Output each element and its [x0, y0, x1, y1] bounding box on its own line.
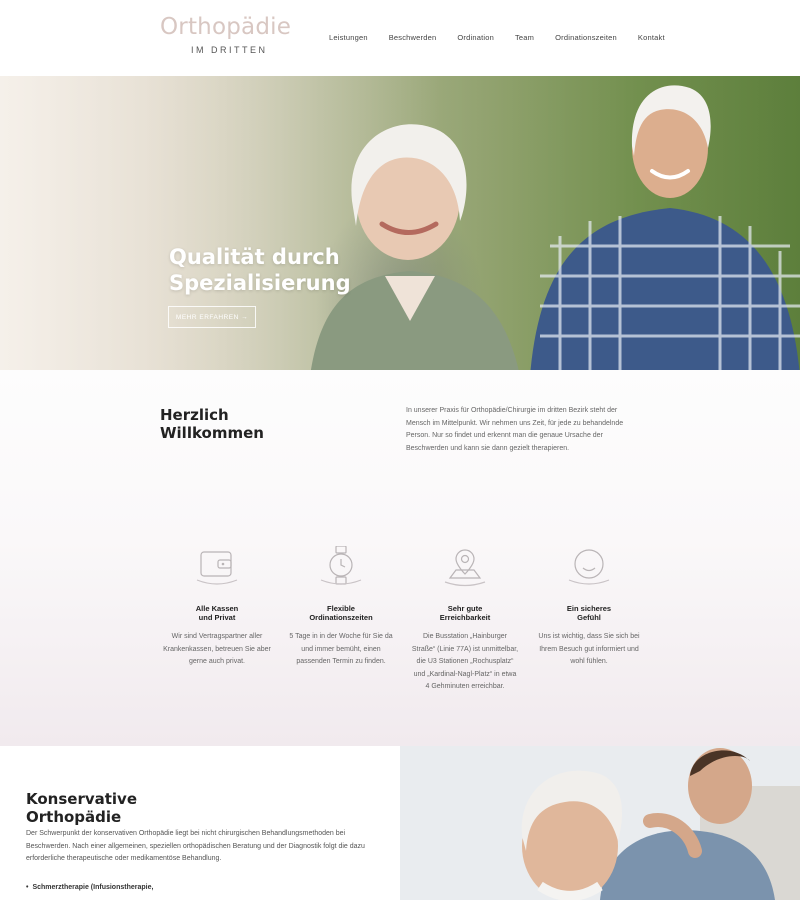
list-item: • Schmerztherapie (Infusionstherapie, — [26, 884, 154, 891]
nav-leistungen[interactable]: Leistungen — [329, 33, 368, 42]
logo-tagline: IM DRITTEN — [191, 45, 268, 55]
site-header: Orthopädie IM DRITTEN Leistungen Beschwe… — [0, 0, 800, 76]
feature-kassen-title: Alle Kassen und Privat — [195, 604, 239, 622]
welcome-title: Herzlich Willkommen — [160, 406, 264, 442]
feature-gefuehl-title: Ein sicheres Gefühl — [566, 604, 612, 622]
therapy-image — [400, 746, 800, 900]
feature-zeiten: Flexible Ordinationszeiten 5 Tage in in … — [279, 546, 403, 694]
nav-beschwerden[interactable]: Beschwerden — [389, 33, 437, 42]
hero-man-image — [530, 85, 800, 370]
smile-icon — [568, 549, 610, 585]
feature-gefuehl: Ein sicheres Gefühl Uns ist wichtig, das… — [527, 546, 651, 694]
welcome-section: Herzlich Willkommen In unserer Praxis fü… — [0, 370, 800, 746]
feature-kassen-text: Wir sind Vertragspartner aller Krankenka… — [163, 633, 271, 665]
map-pin-icon — [444, 549, 486, 587]
mehr-erfahren-button[interactable]: MEHR ERFAHREN → — [168, 306, 256, 328]
nav-team[interactable]: Team — [515, 33, 534, 42]
nav-kontakt[interactable]: Kontakt — [638, 33, 665, 42]
list-item-label: Schmerztherapie (Infusionstherapie, — [32, 884, 154, 891]
nav-ordinationszeiten[interactable]: Ordinationszeiten — [555, 33, 617, 42]
watch-icon — [320, 546, 362, 585]
konservativ-title: Konservative Orthopädie — [26, 790, 138, 826]
hero-woman-image — [311, 124, 519, 370]
feature-gefuehl-text: Uns ist wichtig, dass Sie sich bei Ihrem… — [538, 633, 640, 665]
hero-title: Qualität durch Spezialisierung — [169, 245, 351, 295]
hero-banner: Qualität durch Spezialisierung MEHR ERFA… — [0, 76, 800, 370]
logo-name: Orthopädie — [160, 14, 292, 40]
feature-erreichbarkeit-title: Sehr gute Erreichbarkeit — [439, 604, 491, 622]
welcome-text: In unserer Praxis für Orthopädie/Chirurg… — [406, 407, 624, 452]
konservativ-section: Konservative Orthopädie Der Schwerpunkt … — [0, 746, 400, 900]
feature-erreichbarkeit-text: Die Busstation „Hainburger Straße“ (Lini… — [411, 633, 519, 690]
logo[interactable]: Orthopädie IM DRITTEN — [160, 14, 292, 56]
konservativ-text: Der Schwerpunkt der konservativen Orthop… — [26, 830, 365, 863]
konservativ-list: • Schmerztherapie (Infusionstherapie, — [26, 884, 153, 891]
features-row: Alle Kassen und Privat Wir sind Vertrags… — [155, 546, 651, 694]
main-nav: Leistungen Beschwerden Ordination Team O… — [329, 33, 686, 42]
feature-zeiten-text: 5 Tage in in der Woche für Sie da und im… — [289, 633, 393, 665]
nav-ordination[interactable]: Ordination — [457, 33, 494, 42]
feature-erreichbarkeit: Sehr gute Erreichbarkeit Die Busstation … — [403, 546, 527, 694]
wallet-icon — [196, 551, 238, 585]
feature-zeiten-title: Flexible Ordinationszeiten — [309, 604, 373, 622]
therapy-photo — [400, 746, 800, 900]
feature-kassen: Alle Kassen und Privat Wir sind Vertrags… — [155, 546, 279, 694]
